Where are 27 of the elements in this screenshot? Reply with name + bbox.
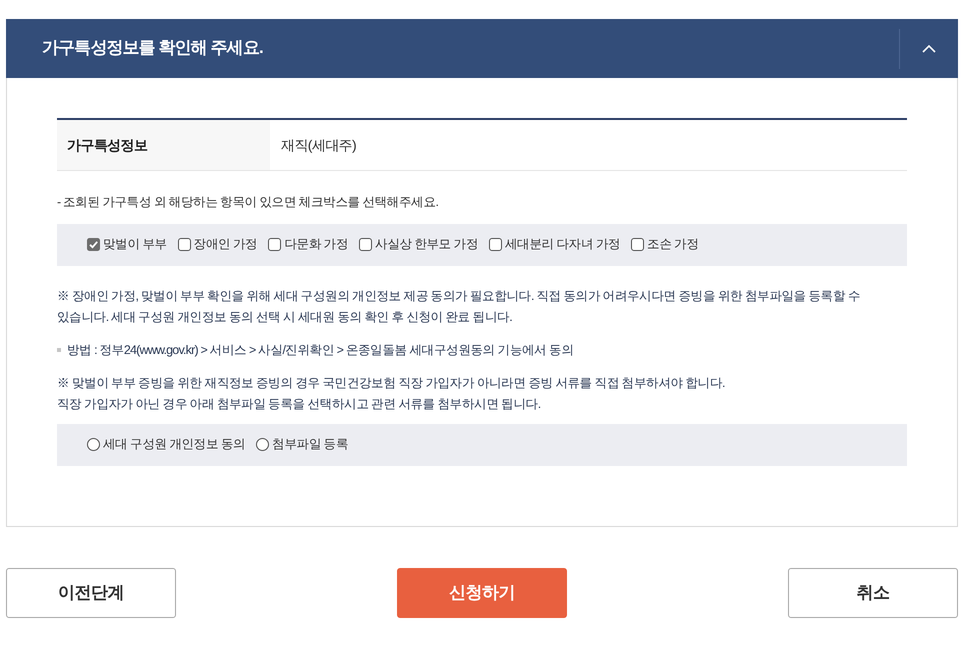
radio-label[interactable]: 첨부파일 등록 bbox=[272, 435, 348, 454]
method-text: 방법 : 정부24(www.gov.kr) > 서비스 > 사실/진위확인 > 온종일돌봄 세대구성원동의 기능에서 동의 bbox=[67, 342, 574, 359]
radio-button[interactable] bbox=[256, 438, 270, 452]
previous-button[interactable]: 이전단계 bbox=[6, 568, 176, 618]
notice-text: ※ 맞벌이 부부 증빙을 위한 재직정보 증빙의 경우 국민건강보험 직장 가입자가 아니라면 증빙 서류를 직접 첨부하셔야 합니다. 직장 가입자가 아닌 경우 아래 첨부파일 등록을 선택하시고 관련 서류를 첨부하시면 됩니다. bbox=[57, 374, 726, 413]
checkbox[interactable] bbox=[87, 238, 100, 252]
chevron-up-icon bbox=[922, 44, 936, 52]
checkbox-label[interactable]: 세대분리 다자녀 가정 bbox=[505, 235, 620, 254]
bullet-icon bbox=[57, 348, 61, 352]
checkbox[interactable] bbox=[489, 238, 502, 252]
section-title: 가구특성정보를 확인해 주세요. bbox=[41, 38, 263, 59]
checkbox[interactable] bbox=[268, 238, 282, 252]
checkbox-label[interactable]: 다문화 가정 bbox=[284, 235, 348, 254]
cancel-button[interactable]: 취소 bbox=[788, 568, 958, 618]
checkbox[interactable] bbox=[631, 238, 644, 252]
radio-label[interactable]: 세대 구성원 개인정보 동의 bbox=[103, 435, 246, 454]
checkbox[interactable] bbox=[178, 238, 191, 252]
row-label: 가구특성정보 bbox=[57, 120, 270, 170]
checkbox-label[interactable]: 맞벌이 부부 bbox=[103, 235, 167, 254]
checkbox-label[interactable]: 장애인 가정 bbox=[194, 235, 258, 254]
checkbox-label[interactable]: 조손 가정 bbox=[647, 235, 699, 254]
radio-button[interactable] bbox=[87, 438, 100, 452]
checkbox-label[interactable]: 사실상 한부모 가정 bbox=[375, 235, 478, 254]
notice-text: ※ 장애인 가정, 맞벌이 부부 확인을 위해 세대 구성원의 개인정보 제공 동의가 필요합니다. 직접 동의가 어려우시다면 증빙을 위한 첨부파일을 등록할 수 있습니다. 세대 구성원 개인정보 동의 선택 시 세대원 동의 확인 후 신청이 완료 됩니다. bbox=[57, 288, 862, 326]
instruction-text: - 조회된 가구특성 외 해당하는 항목이 있으면 체크박스를 선택해주세요. bbox=[57, 194, 440, 211]
checkbox[interactable] bbox=[359, 238, 372, 252]
row-value: 재직(세대주) bbox=[280, 136, 356, 155]
